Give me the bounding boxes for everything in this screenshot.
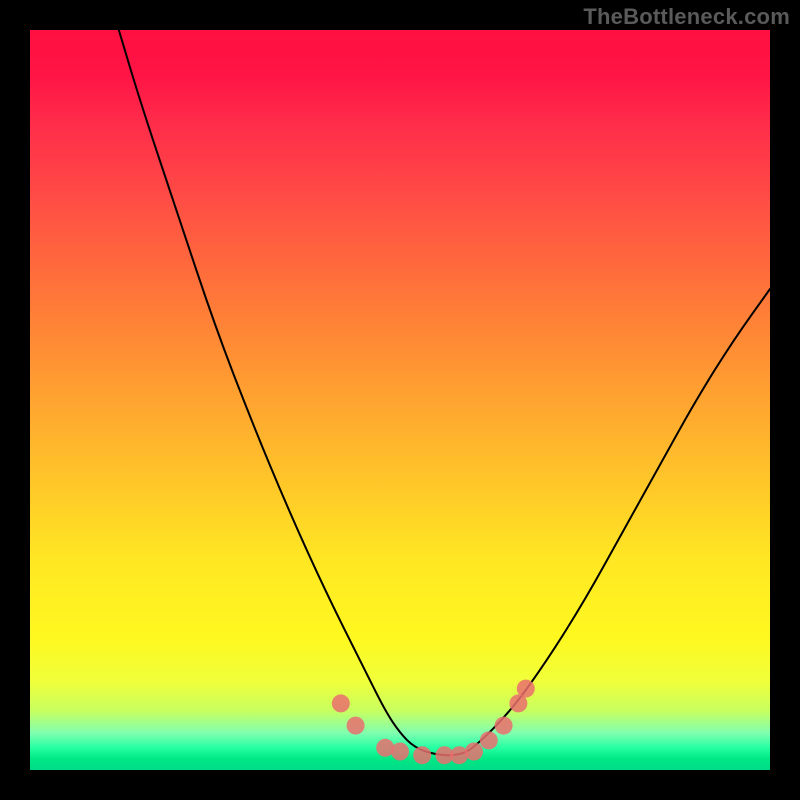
chart-plot-area <box>30 30 770 770</box>
data-marker <box>347 717 365 735</box>
watermark-text: TheBottleneck.com <box>583 4 790 30</box>
chart-curve-svg <box>30 30 770 770</box>
data-marker <box>465 743 483 761</box>
data-marker <box>495 717 513 735</box>
data-marker <box>413 746 431 764</box>
bottleneck-curve-path <box>119 30 770 755</box>
data-marker <box>332 694 350 712</box>
data-marker <box>480 731 498 749</box>
chart-frame: TheBottleneck.com <box>0 0 800 800</box>
data-marker <box>517 680 535 698</box>
data-marker <box>391 743 409 761</box>
